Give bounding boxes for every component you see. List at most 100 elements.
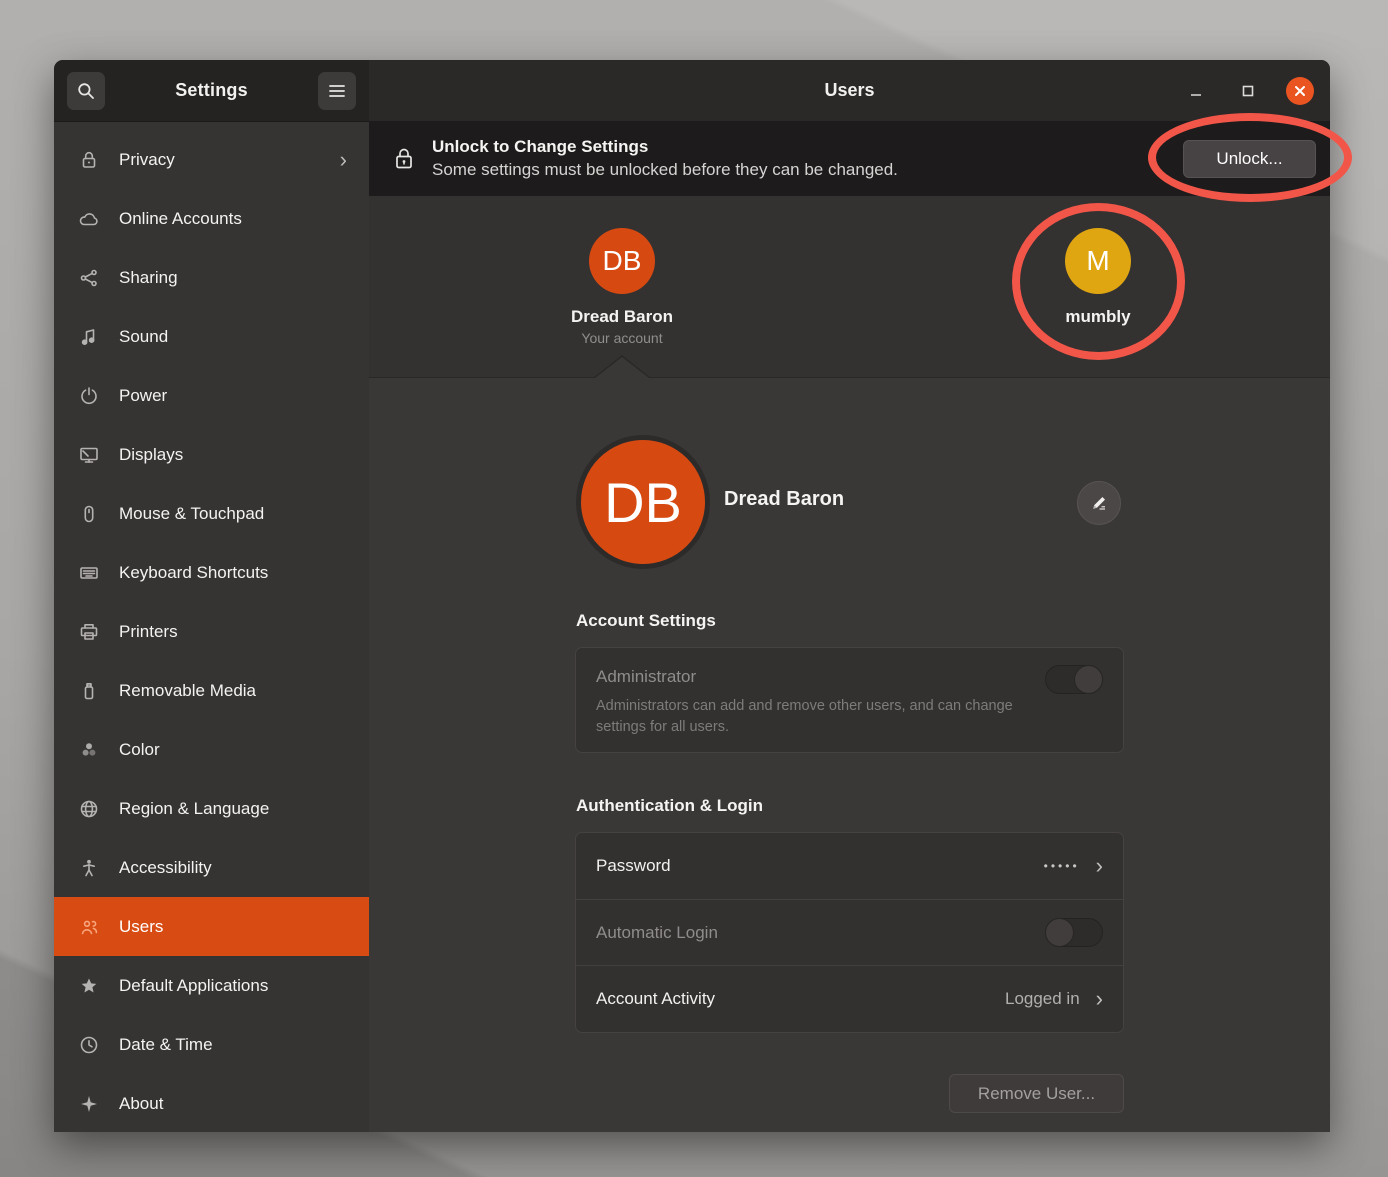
- selected-user-notch-fill: [595, 357, 649, 378]
- keyboard-icon: [76, 561, 102, 585]
- user-detail-panel: DB Dread Baron Account Settings Administ…: [369, 378, 1330, 1132]
- sidebar-item-privacy[interactable]: Privacy›: [54, 130, 369, 189]
- unlock-button[interactable]: Unlock...: [1183, 140, 1316, 178]
- clock-icon: [76, 1033, 102, 1057]
- remove-user-button[interactable]: Remove User...: [949, 1074, 1124, 1113]
- sidebar-item-region-language[interactable]: Region & Language: [54, 779, 369, 838]
- password-label: Password: [596, 856, 1044, 876]
- edit-name-button[interactable]: [1077, 481, 1121, 525]
- sidebar-item-label: Region & Language: [119, 799, 347, 819]
- sidebar-item-label: Users: [119, 917, 347, 937]
- account-activity-row[interactable]: Account ActivityLogged in›: [576, 965, 1123, 1032]
- usb-drive-icon: [76, 679, 102, 703]
- globe-icon: [76, 797, 102, 821]
- sidebar-item-mouse-touchpad[interactable]: Mouse & Touchpad: [54, 484, 369, 543]
- profile-name: Dread Baron: [724, 488, 844, 511]
- close-button[interactable]: [1286, 77, 1314, 105]
- sidebar-item-label: Date & Time: [119, 1035, 347, 1055]
- password-value: •••••: [1044, 859, 1080, 873]
- printer-icon: [76, 620, 102, 644]
- content-pane: Users Unlock t: [369, 60, 1330, 1132]
- unlock-banner: Unlock to Change Settings Some settings …: [369, 122, 1330, 196]
- desktop-background: Settings Privacy›Online AccountsSharingS…: [0, 0, 1388, 1177]
- account-activity-value: Logged in: [1005, 989, 1080, 1009]
- accessibility-icon: [76, 856, 102, 880]
- sparkle-icon: [76, 1092, 102, 1116]
- star-icon: [76, 974, 102, 998]
- settings-window: Settings Privacy›Online AccountsSharingS…: [54, 60, 1330, 1132]
- sidebar-item-removable-media[interactable]: Removable Media: [54, 661, 369, 720]
- automatic-login-row[interactable]: Automatic Login: [576, 899, 1123, 966]
- sidebar-item-displays[interactable]: Displays: [54, 425, 369, 484]
- lock-icon: [76, 148, 102, 172]
- user-subtitle: Your account: [532, 330, 712, 346]
- minimize-icon: [1190, 85, 1202, 97]
- authentication-heading: Authentication & Login: [576, 796, 763, 816]
- display-icon: [76, 443, 102, 467]
- sidebar-item-label: Keyboard Shortcuts: [119, 563, 347, 583]
- maximize-button[interactable]: [1234, 77, 1262, 105]
- account-settings-heading: Account Settings: [576, 611, 716, 631]
- automatic-login-toggle[interactable]: [1045, 918, 1103, 947]
- sidebar-item-sharing[interactable]: Sharing: [54, 248, 369, 307]
- user-carousel: DB Dread Baron Your account Mmumbly: [369, 196, 1330, 378]
- maximize-icon: [1242, 85, 1254, 97]
- sidebar-item-label: Sharing: [119, 268, 347, 288]
- sidebar-header: Settings: [54, 60, 369, 122]
- hamburger-menu-icon: [328, 84, 346, 98]
- lock-icon: [393, 146, 415, 172]
- search-button[interactable]: [67, 72, 105, 110]
- mouse-icon: [76, 502, 102, 526]
- sidebar-item-label: Removable Media: [119, 681, 347, 701]
- sidebar-title: Settings: [175, 80, 248, 101]
- user-dread-baron[interactable]: DB Dread Baron Your account: [532, 228, 712, 346]
- user-name: Dread Baron: [532, 307, 712, 327]
- user-name: mumbly: [1008, 307, 1188, 327]
- user-mumbly[interactable]: Mmumbly: [1008, 228, 1188, 327]
- sidebar-item-label: Power: [119, 386, 347, 406]
- account-settings-card: Administrator Administrators can add and…: [575, 647, 1124, 753]
- sidebar-item-label: Privacy: [119, 150, 340, 170]
- unlock-banner-text: Unlock to Change Settings Some settings …: [432, 136, 898, 181]
- pencil-icon: [1089, 493, 1109, 513]
- sidebar-item-sound[interactable]: Sound: [54, 307, 369, 366]
- chevron-right-icon: ›: [340, 149, 347, 171]
- sidebar-item-date-time[interactable]: Date & Time: [54, 1015, 369, 1074]
- sidebar-item-accessibility[interactable]: Accessibility: [54, 838, 369, 897]
- sidebar-item-label: Sound: [119, 327, 347, 347]
- power-icon: [76, 384, 102, 408]
- sidebar-item-keyboard-shortcuts[interactable]: Keyboard Shortcuts: [54, 543, 369, 602]
- administrator-toggle[interactable]: [1045, 665, 1103, 694]
- administrator-description: Administrators can add and remove other …: [596, 696, 1016, 738]
- sidebar-item-about[interactable]: About: [54, 1074, 369, 1132]
- sidebar-item-color[interactable]: Color: [54, 720, 369, 779]
- sidebar-item-users[interactable]: Users: [54, 897, 369, 956]
- sidebar-item-default-applications[interactable]: Default Applications: [54, 956, 369, 1015]
- toggle-knob: [1045, 918, 1074, 947]
- sidebar-item-power[interactable]: Power: [54, 366, 369, 425]
- avatar: DB: [576, 435, 710, 569]
- sidebar-item-label: Accessibility: [119, 858, 347, 878]
- authentication-card: Password•••••›Automatic LoginAccount Act…: [575, 832, 1124, 1033]
- chevron-right-icon: ›: [1096, 855, 1103, 877]
- minimize-button[interactable]: [1182, 77, 1210, 105]
- users-icon: [76, 915, 102, 939]
- share-icon: [76, 266, 102, 290]
- sidebar-list: Privacy› Online Accounts Sharing Sound Power…: [54, 130, 369, 1132]
- search-icon: [76, 81, 96, 101]
- sidebar-item-online-accounts[interactable]: Online Accounts: [54, 189, 369, 248]
- content-titlebar: Users: [369, 60, 1330, 122]
- avatar: M: [1065, 228, 1131, 294]
- avatar: DB: [589, 228, 655, 294]
- unlock-banner-subtitle: Some settings must be unlocked before th…: [432, 159, 898, 181]
- password-row[interactable]: Password••••• ›: [576, 833, 1123, 899]
- sidebar-item-label: About: [119, 1094, 347, 1114]
- sidebar-item-label: Mouse & Touchpad: [119, 504, 347, 524]
- window-controls: [1182, 60, 1314, 122]
- menu-button[interactable]: [318, 72, 356, 110]
- account-activity-label: Account Activity: [596, 989, 1005, 1009]
- music-note-icon: [76, 325, 102, 349]
- sidebar-item-label: Online Accounts: [119, 209, 347, 229]
- sidebar-item-printers[interactable]: Printers: [54, 602, 369, 661]
- close-icon: [1294, 85, 1306, 97]
